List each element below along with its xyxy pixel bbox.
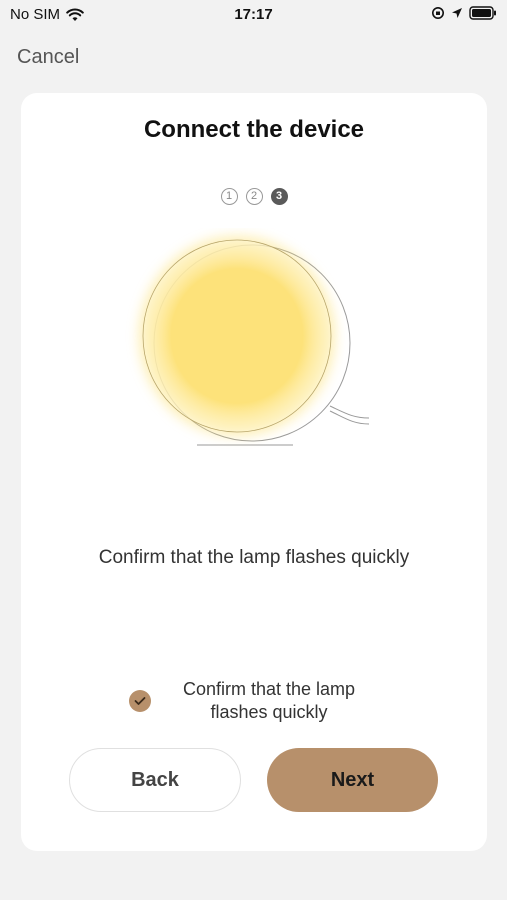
next-button[interactable]: Next bbox=[267, 748, 438, 812]
page-title: Connect the device bbox=[143, 116, 365, 143]
confirm-checkbox[interactable] bbox=[129, 690, 151, 712]
lamp-illustration bbox=[139, 236, 370, 446]
step-indicator: 1 2 3 bbox=[21, 188, 487, 205]
confirm-checkbox-label: Confirm that the lamp flashes quickly bbox=[182, 679, 356, 722]
status-icons bbox=[431, 6, 497, 20]
location-icon bbox=[452, 8, 462, 18]
step-2: 2 bbox=[245, 188, 263, 205]
cancel-button[interactable]: Cancel bbox=[17, 46, 79, 69]
step-1: 1 bbox=[220, 188, 238, 205]
back-button[interactable]: Back bbox=[69, 748, 241, 812]
instruction-text: Confirm that the lamp flashes quickly bbox=[98, 547, 410, 568]
checkmark-icon bbox=[134, 697, 146, 705]
setup-card: Connect the device 1 2 3 Confirm that th… bbox=[21, 93, 487, 851]
step-3-active: 3 bbox=[270, 188, 288, 205]
orientation-lock-icon bbox=[432, 7, 444, 19]
battery-icon bbox=[469, 6, 496, 20]
status-bar: No SIM 17:17 bbox=[0, 0, 507, 30]
confirm-checkbox-row[interactable]: Confirm that the lamp flashes quickly bbox=[21, 678, 487, 724]
